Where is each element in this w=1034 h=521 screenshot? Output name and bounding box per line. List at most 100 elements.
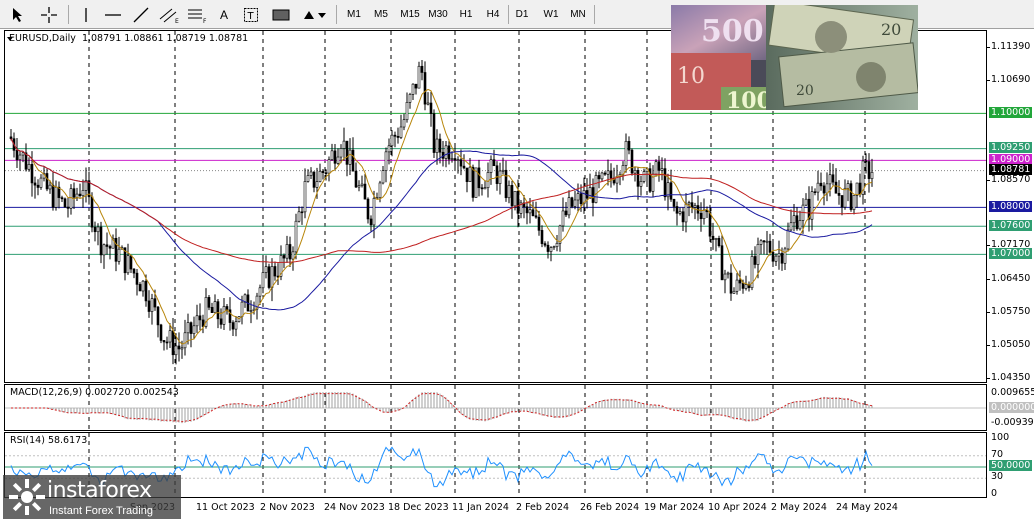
candle-body xyxy=(837,192,841,196)
candle-body xyxy=(102,244,106,256)
candle-body xyxy=(513,190,517,207)
candle-body xyxy=(420,65,424,73)
price-tick-label: 1.10690 xyxy=(991,73,1031,85)
candle-body xyxy=(840,195,844,208)
candle-body xyxy=(360,183,364,186)
arrows-icon[interactable] xyxy=(300,4,328,25)
horizontal-line-icon[interactable] xyxy=(102,4,124,25)
candle-body xyxy=(708,211,712,237)
text-label-icon[interactable]: T xyxy=(240,4,262,25)
candle-body xyxy=(699,212,703,219)
timeframe-h4[interactable]: H4 xyxy=(480,4,506,25)
candle-body xyxy=(828,174,832,185)
candle-body xyxy=(642,171,646,182)
candle-body xyxy=(168,330,172,343)
candle-body xyxy=(72,188,76,198)
timeframe-m30[interactable]: M30 xyxy=(424,4,452,25)
rectangle-icon[interactable] xyxy=(268,4,294,25)
candle-body xyxy=(69,188,73,209)
timeframe-d1[interactable]: D1 xyxy=(509,4,535,25)
crosshair-icon[interactable] xyxy=(38,4,60,25)
candle-body xyxy=(285,244,289,259)
candle-body xyxy=(543,243,547,246)
candle-body xyxy=(423,72,427,105)
price-tick-mark xyxy=(987,279,990,281)
candle-body xyxy=(54,186,58,208)
candle-body xyxy=(435,138,439,153)
candle-body xyxy=(390,134,394,147)
macd-axis: 0.009655 0.000000 -0.009392 xyxy=(987,384,1034,431)
price-tick-mark xyxy=(987,179,990,181)
candle-body xyxy=(723,273,727,281)
candle-body xyxy=(333,150,337,164)
svg-text:T: T xyxy=(247,11,255,22)
macd-tick-label: 0.009655 xyxy=(991,387,1034,398)
price-tick-mark xyxy=(987,345,990,347)
candle-body xyxy=(21,152,25,156)
candle-body xyxy=(48,184,52,190)
candle-body xyxy=(270,266,274,288)
candle-body xyxy=(273,266,277,277)
candle-body xyxy=(669,182,673,200)
candle-body xyxy=(312,171,316,188)
trendline-icon[interactable] xyxy=(130,4,152,25)
candle-body xyxy=(327,159,331,174)
timeframe-m15[interactable]: M15 xyxy=(396,4,424,25)
candle-body xyxy=(66,206,70,209)
timeframe-m1[interactable]: M1 xyxy=(341,4,367,25)
candle-body xyxy=(732,290,736,294)
candle-body xyxy=(534,215,538,218)
candle-body xyxy=(183,332,187,349)
candle-body xyxy=(129,255,133,270)
candle-body xyxy=(717,238,721,247)
candle-body xyxy=(720,245,724,281)
candle-body xyxy=(792,215,796,224)
candle-body xyxy=(726,272,730,275)
candle-body xyxy=(762,240,766,243)
candle-body xyxy=(507,185,511,199)
chart-title: EURUSD,Daily 1.08791 1.08861 1.08719 1.0… xyxy=(9,33,249,44)
timeframe-m5[interactable]: M5 xyxy=(368,4,394,25)
candle-body xyxy=(549,247,553,252)
candle-body xyxy=(216,301,220,320)
timeframe-h1[interactable]: H1 xyxy=(453,4,479,25)
candle-body xyxy=(399,126,403,138)
candle-body xyxy=(786,229,790,250)
candle-body xyxy=(99,226,103,256)
timeframe-mn[interactable]: MN xyxy=(565,4,591,25)
vertical-line-icon[interactable] xyxy=(76,4,96,25)
candle-body xyxy=(378,182,382,198)
candle-body xyxy=(675,206,679,214)
level-price-label: 1.07000 xyxy=(989,247,1033,259)
candle-body xyxy=(660,168,664,171)
candle-body xyxy=(756,244,760,265)
logo-tagline: Instant Forex Trading xyxy=(49,505,153,517)
candle-body xyxy=(684,203,688,223)
price-tick-label: 1.05750 xyxy=(991,306,1031,318)
fibonacci-icon[interactable]: F xyxy=(186,4,210,25)
equidistant-channel-icon[interactable]: E xyxy=(158,4,182,25)
text-icon[interactable]: A xyxy=(214,4,234,25)
ma-fast-line xyxy=(10,88,873,345)
candle-body xyxy=(384,151,388,171)
candle-body xyxy=(768,240,772,253)
candle-body xyxy=(462,165,466,169)
candle-body xyxy=(387,145,391,153)
cursor-icon[interactable] xyxy=(8,4,28,25)
candle-body xyxy=(15,150,19,161)
timeframe-w1[interactable]: W1 xyxy=(538,4,564,25)
candle-body xyxy=(63,198,67,208)
level-price-label: 1.10000 xyxy=(989,106,1033,118)
price-tick-label: 1.08570 xyxy=(991,173,1031,185)
date-label: 24 May 2024 xyxy=(836,502,898,513)
macd-panel[interactable]: MACD(12,26,9) 0.002720 0.002543 xyxy=(4,384,987,431)
candle-body xyxy=(108,246,112,249)
candle-body xyxy=(267,266,271,288)
candle-body xyxy=(663,168,667,198)
candle-body xyxy=(540,230,544,244)
candle-body xyxy=(171,330,175,356)
candle-body xyxy=(573,199,577,207)
rsi-tick-label: 0 xyxy=(991,488,998,499)
date-label: 24 Nov 2023 xyxy=(324,502,385,513)
price-axis[interactable]: 1.11390 1.10690 1.08570 1.07170 1.06450 1.057… xyxy=(987,30,1034,383)
